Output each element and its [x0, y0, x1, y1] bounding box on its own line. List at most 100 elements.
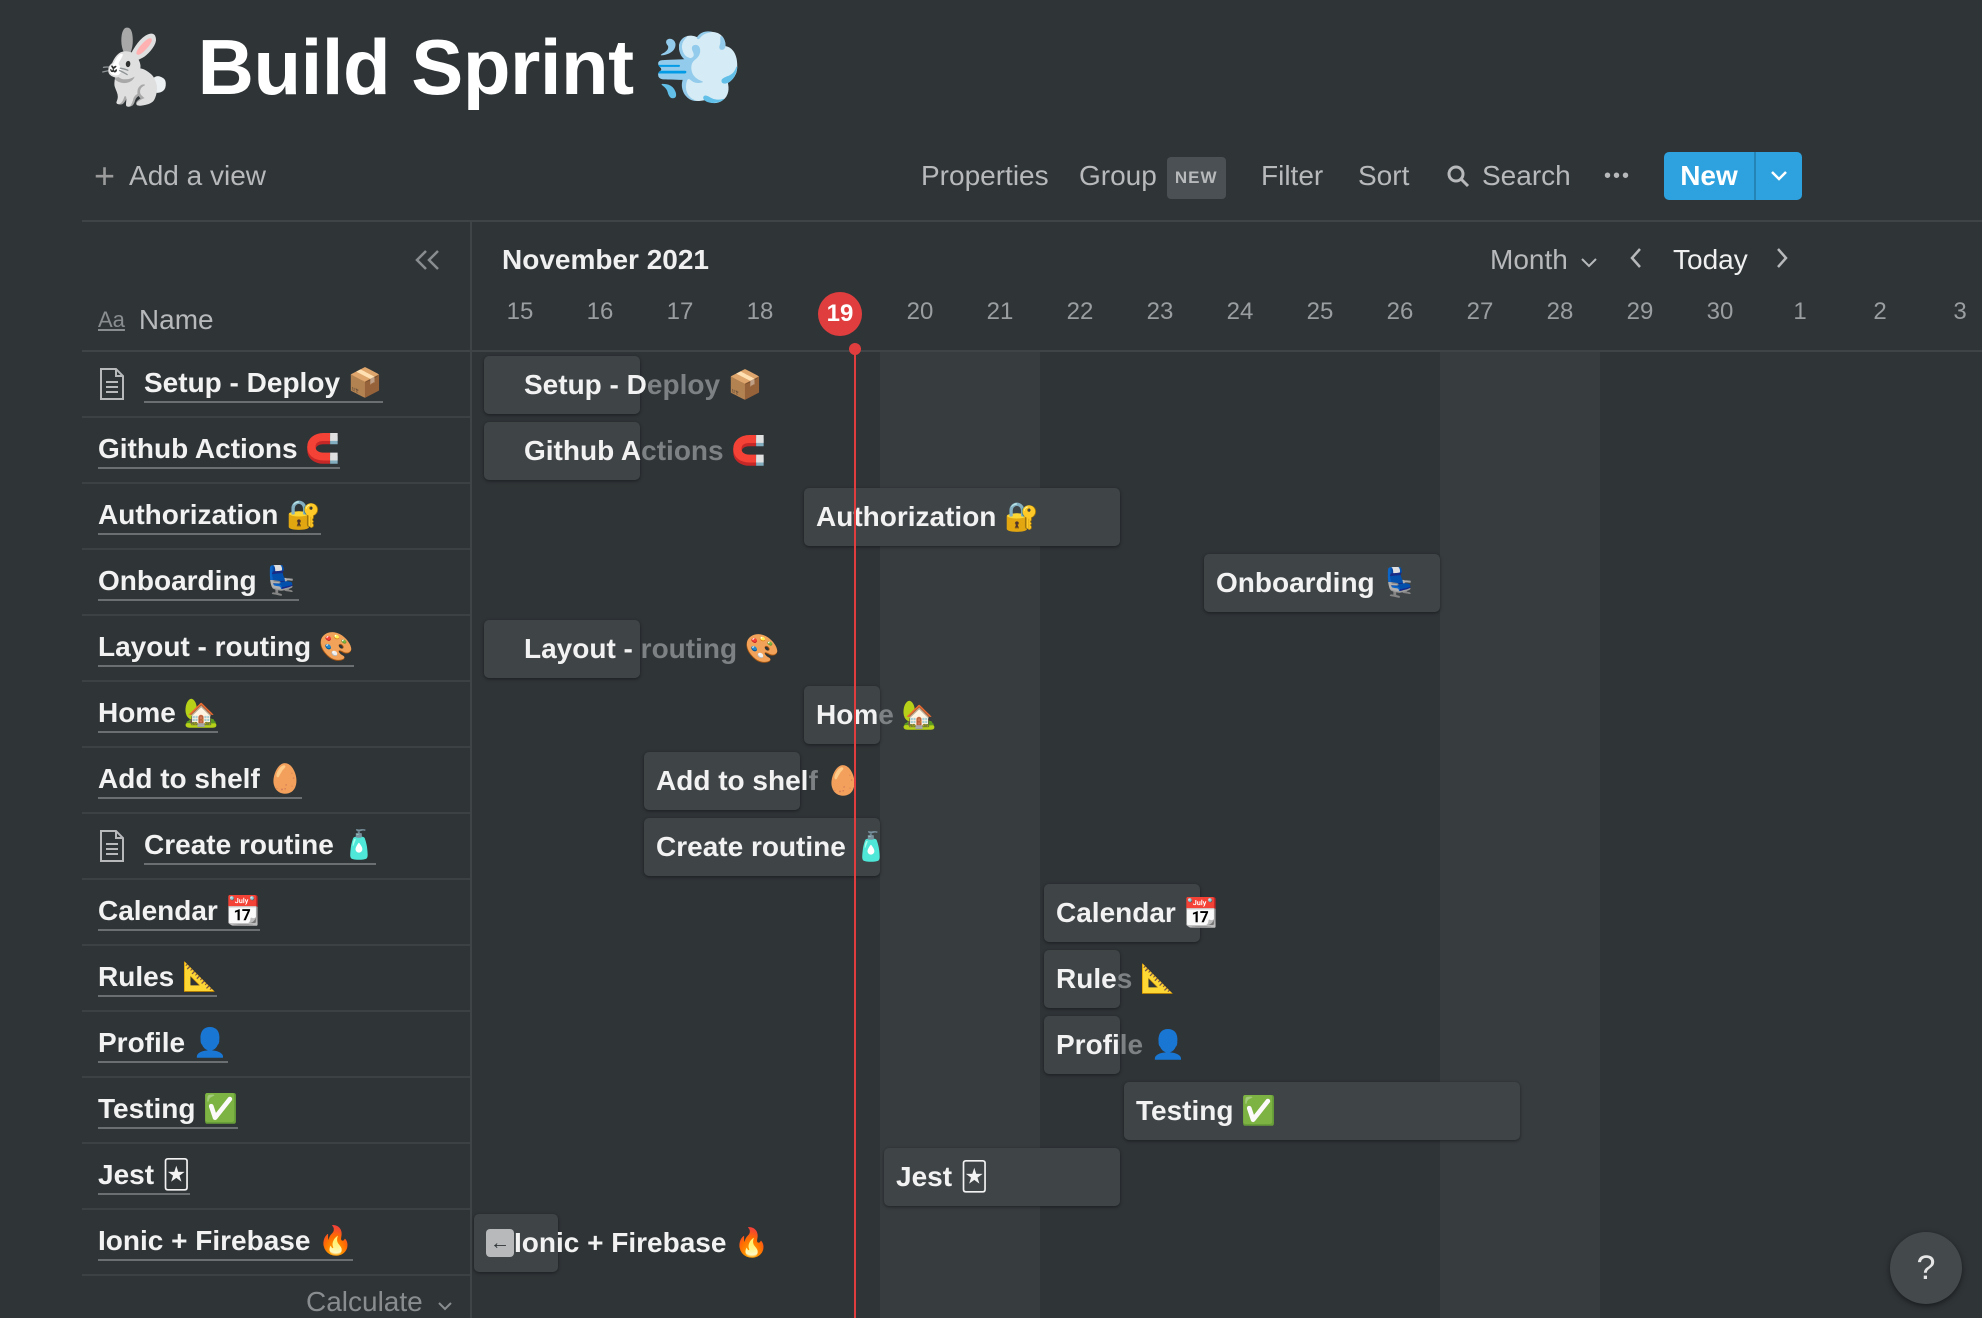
table-row[interactable]: Onboarding 💺 [82, 550, 470, 616]
page-title-text[interactable]: Build Sprint [198, 22, 634, 113]
bar-label-overflow: ctions 🧲 [641, 435, 767, 466]
day-label: 2 [1873, 298, 1887, 325]
new-button-label[interactable]: New [1664, 152, 1754, 200]
toolbar-divider [82, 220, 1982, 222]
help-button[interactable]: ? [1890, 1232, 1962, 1304]
bar-label-visible: Github A [524, 435, 642, 466]
day-label: 3 [1953, 298, 1967, 325]
row-name[interactable]: Layout - routing 🎨 [98, 630, 354, 667]
timeline-bar-label: Authorization 🔐 [816, 488, 1039, 546]
day-label: 21 [986, 298, 1014, 325]
properties-button[interactable]: Properties [921, 156, 1049, 196]
document-icon [100, 830, 124, 862]
add-view-label: Add a view [129, 160, 266, 191]
table-row[interactable]: Github Actions 🧲 [82, 418, 470, 484]
today-line [854, 348, 856, 1318]
table-timeline-divider [470, 222, 472, 1318]
timeline-bar-label: Rules 📐 [1056, 950, 1175, 1008]
day-label: 26 [1386, 298, 1414, 325]
day-label: 18 [746, 298, 774, 325]
document-icon [100, 368, 124, 400]
timeline-bar-label: Layout - routing 🎨 [524, 620, 780, 678]
row-name[interactable]: Setup - Deploy 📦 [144, 366, 383, 403]
search-icon [1447, 165, 1470, 188]
bar-label-visible: Profi [1056, 1029, 1120, 1060]
table-row[interactable]: Testing ✅ [82, 1078, 470, 1144]
table-row[interactable]: Add to shelf 🥚 [82, 748, 470, 814]
collapse-icon[interactable] [414, 242, 442, 281]
new-button[interactable]: New [1664, 152, 1802, 200]
table-row[interactable]: Rules 📐 [82, 946, 470, 1012]
new-badge: NEW [1166, 156, 1226, 199]
day-label: 15 [506, 298, 534, 325]
rabbit-icon[interactable]: 🐇 [88, 31, 178, 103]
day-label: 27 [1466, 298, 1494, 325]
day-label: 20 [906, 298, 934, 325]
group-button[interactable]: Group NEW [1079, 156, 1226, 199]
today-button[interactable]: Today [1673, 244, 1748, 276]
chevron-down-icon[interactable] [1756, 152, 1802, 200]
row-name[interactable]: Calendar 📆 [98, 894, 261, 931]
day-label: 30 [1706, 298, 1734, 325]
table-row[interactable]: Profile 👤 [82, 1012, 470, 1078]
table-row[interactable]: Calendar 📆 [82, 880, 470, 946]
scale-selector[interactable]: Month [1490, 244, 1598, 276]
filter-button[interactable]: Filter [1261, 156, 1323, 196]
timeline-bar-label: Ionic + Firebase 🔥 [514, 1214, 769, 1272]
row-name[interactable]: Ionic + Firebase 🔥 [98, 1224, 354, 1261]
row-name[interactable]: Add to shelf 🥚 [98, 762, 303, 799]
calculate-button[interactable]: Calculate [306, 1286, 453, 1318]
row-name[interactable]: Jest 🃏 [98, 1158, 191, 1195]
timeline-bar-label: Home 🏡 [816, 686, 936, 744]
plus-icon: + [94, 155, 116, 196]
row-name[interactable]: Github Actions 🧲 [98, 432, 341, 469]
page-title: 🐇 Build Sprint 💨 [88, 22, 743, 112]
table-row[interactable]: Home 🏡 [82, 682, 470, 748]
name-column-header[interactable]: Aa Name [98, 300, 214, 340]
row-name[interactable]: Rules 📐 [98, 960, 217, 997]
bar-label-visible: Testing ✅ [1136, 1095, 1277, 1126]
dash-icon: 💨 [653, 25, 744, 109]
row-name[interactable]: Testing ✅ [98, 1092, 239, 1129]
table-row[interactable]: Create routine 🧴 [82, 814, 470, 880]
table-row[interactable]: Ionic + Firebase 🔥 [82, 1210, 470, 1276]
table-row[interactable]: Setup - Deploy 📦 [82, 352, 470, 418]
table-row[interactable]: Jest 🃏 [82, 1144, 470, 1210]
timeline-bar-label: Testing ✅ [1136, 1082, 1276, 1140]
day-label: 25 [1306, 298, 1334, 325]
previous-icon[interactable] [1628, 244, 1644, 278]
bar-label-visible: Authorization 🔐 [816, 501, 1040, 532]
table-row[interactable]: Layout - routing 🎨 [82, 616, 470, 682]
row-name[interactable]: Profile 👤 [98, 1026, 228, 1063]
row-name[interactable]: Home 🏡 [98, 696, 219, 733]
timeline-bar-label: Add to shelf 🥚 [656, 752, 860, 810]
row-name[interactable]: Authorization 🔐 [98, 498, 322, 535]
day-label: 17 [666, 298, 694, 325]
day-label: 24 [1226, 298, 1254, 325]
bar-label-overflow: e 🏡 [878, 699, 937, 730]
next-icon[interactable] [1774, 244, 1790, 278]
name-header-label: Name [138, 304, 214, 335]
add-view-button[interactable]: + Add a view [94, 156, 266, 196]
row-name[interactable]: Onboarding 💺 [98, 564, 300, 601]
row-name[interactable]: Create routine 🧴 [144, 828, 377, 865]
table-row[interactable]: Authorization 🔐 [82, 484, 470, 550]
sort-button[interactable]: Sort [1358, 156, 1409, 196]
day-label: 29 [1626, 298, 1654, 325]
more-icon[interactable]: ••• [1604, 156, 1631, 196]
timeline-header-divider [472, 350, 1982, 352]
day-label: 16 [586, 298, 614, 325]
timeline-bar-label: Profile 👤 [1056, 1016, 1186, 1074]
timeline-bar-label: Onboarding 💺 [1216, 554, 1417, 612]
group-label: Group [1079, 160, 1157, 191]
day-label: 22 [1066, 298, 1094, 325]
timeline-bar-label: Jest 🃏 [896, 1148, 988, 1206]
day-label: 1 [1793, 298, 1807, 325]
bar-label-overflow: eploy 📦 [646, 369, 763, 400]
day-label: 28 [1546, 298, 1574, 325]
chevron-down-icon [437, 1302, 452, 1311]
bar-label-overflow: le 👤 [1119, 1029, 1186, 1060]
bar-label-visible: Jest 🃏 [896, 1161, 989, 1192]
scroll-to-bar-icon[interactable]: ← [486, 1229, 514, 1257]
search-button[interactable]: Search [1446, 156, 1571, 196]
